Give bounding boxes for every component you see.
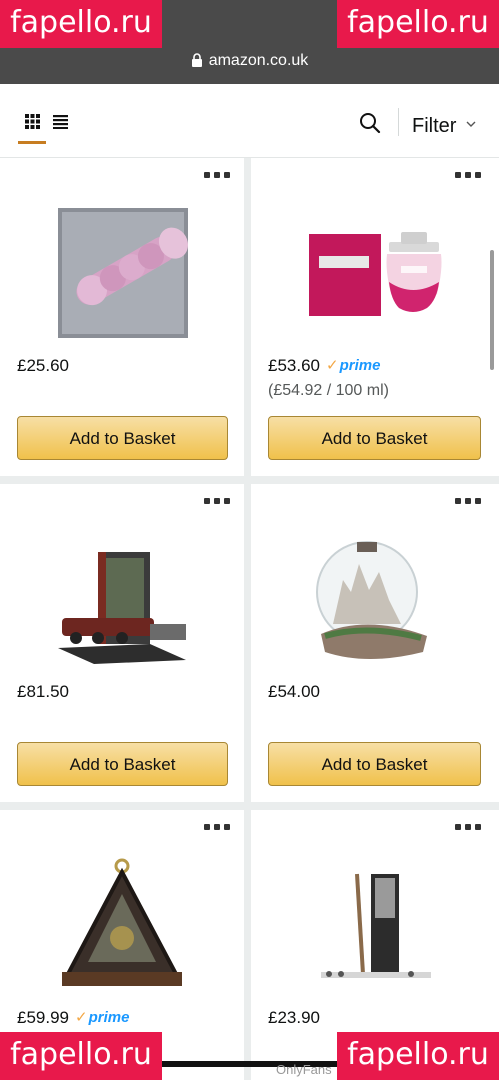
product-price: £25.60 bbox=[17, 356, 69, 376]
more-options-icon[interactable] bbox=[204, 824, 230, 832]
prime-badge: ✓prime bbox=[75, 1008, 129, 1026]
lock-icon bbox=[191, 53, 203, 72]
product-image[interactable] bbox=[0, 194, 244, 344]
footer-text: OnlyFans bbox=[276, 1062, 332, 1077]
product-price: £53.60 ✓prime bbox=[268, 356, 380, 376]
more-options-icon[interactable] bbox=[204, 172, 230, 180]
product-card[interactable]: £54.00 Add to Basket bbox=[251, 484, 499, 802]
watermark-bottom-left: fapello.ru bbox=[0, 1032, 162, 1080]
page-scrollbar[interactable] bbox=[490, 250, 494, 370]
list-view-button[interactable] bbox=[53, 114, 68, 134]
product-card[interactable]: £81.50 Add to Basket bbox=[0, 484, 244, 802]
prime-label: prime bbox=[339, 357, 381, 374]
more-options-icon[interactable] bbox=[455, 824, 481, 832]
product-image[interactable] bbox=[0, 846, 244, 996]
watermark-top-right: fapello.ru bbox=[337, 0, 499, 48]
product-image[interactable] bbox=[0, 520, 244, 670]
add-to-basket-button[interactable]: Add to Basket bbox=[268, 416, 481, 460]
unit-price: (£54.92 / 100 ml) bbox=[268, 382, 389, 399]
product-price: £81.50 bbox=[17, 682, 69, 702]
price-text: £53.60 bbox=[268, 356, 320, 375]
address-bar[interactable]: amazon.co.uk bbox=[0, 52, 499, 72]
product-image[interactable] bbox=[251, 194, 499, 344]
chevron-down-icon bbox=[466, 111, 476, 134]
more-options-icon[interactable] bbox=[455, 172, 481, 180]
list-view-icon bbox=[53, 115, 68, 129]
grid-view-button[interactable] bbox=[18, 104, 46, 144]
results-toolbar: Filter bbox=[0, 84, 499, 158]
url-text: amazon.co.uk bbox=[208, 52, 309, 69]
price-text: £59.99 bbox=[17, 1008, 69, 1027]
toolbar-divider bbox=[398, 108, 399, 136]
product-price: £54.00 bbox=[268, 682, 320, 702]
product-image[interactable] bbox=[251, 846, 499, 996]
add-to-basket-button[interactable]: Add to Basket bbox=[17, 742, 228, 786]
product-card[interactable]: £25.60 Add to Basket bbox=[0, 158, 244, 476]
watermark-bottom-right: fapello.ru bbox=[337, 1032, 499, 1080]
more-options-icon[interactable] bbox=[455, 498, 481, 506]
price-text: £54.00 bbox=[268, 682, 320, 701]
prime-badge: ✓prime bbox=[326, 356, 380, 374]
more-options-icon[interactable] bbox=[204, 498, 230, 506]
price-text: £23.90 bbox=[268, 1008, 320, 1027]
product-grid: £25.60 Add to Basket £53.60 ✓prime (£54.9… bbox=[0, 158, 499, 1080]
price-text: £25.60 bbox=[17, 356, 69, 375]
prime-label: prime bbox=[88, 1009, 130, 1026]
product-price: £23.90 bbox=[268, 1008, 320, 1028]
search-button[interactable] bbox=[359, 112, 381, 139]
search-icon bbox=[360, 113, 381, 134]
watermark-top-left: fapello.ru bbox=[0, 0, 162, 48]
grid-view-icon bbox=[25, 114, 40, 129]
product-image[interactable] bbox=[251, 520, 499, 670]
add-to-basket-button[interactable]: Add to Basket bbox=[17, 416, 228, 460]
product-card[interactable]: £53.60 ✓prime (£54.92 / 100 ml) Add to Ba… bbox=[251, 158, 499, 476]
prime-check-icon: ✓ bbox=[75, 1009, 88, 1026]
price-text: £81.50 bbox=[17, 682, 69, 701]
filter-button[interactable]: Filter bbox=[412, 111, 476, 138]
prime-check-icon: ✓ bbox=[326, 357, 339, 374]
product-price: £59.99 ✓prime bbox=[17, 1008, 129, 1028]
add-to-basket-button[interactable]: Add to Basket bbox=[268, 742, 481, 786]
filter-label: Filter bbox=[412, 115, 457, 137]
